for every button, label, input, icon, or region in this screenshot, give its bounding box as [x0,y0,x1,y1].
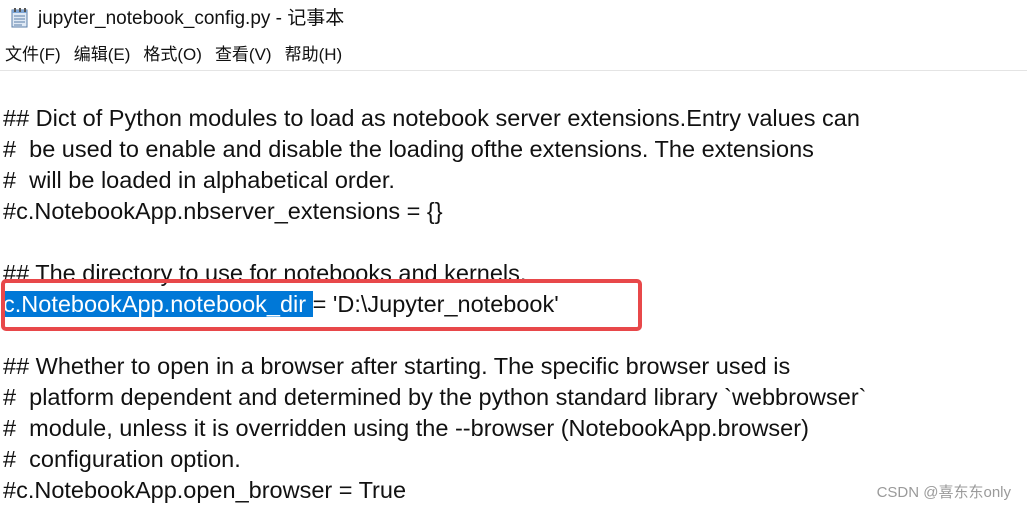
menu-format[interactable]: 格式(O) [137,41,209,69]
csdn-watermark: CSDN @喜东东only [876,484,1011,501]
menu-bar: 文件(F) 编辑(E) 格式(O) 查看(V) 帮助(H) [0,41,1027,69]
selected-text[interactable]: c.NotebookApp.notebook_dir [3,291,313,317]
editor-line: # platform dependent and determined by t… [3,384,867,410]
menu-help[interactable]: 帮助(H) [279,41,350,69]
editor-line: # configuration option. [3,446,241,472]
editor-line: # be used to enable and disable the load… [3,136,814,162]
editor-line: ## Dict of Python modules to load as not… [3,105,860,131]
window-title: jupyter_notebook_config.py - 记事本 [38,8,345,29]
menu-view[interactable]: 查看(V) [209,41,279,69]
notepad-icon [11,8,28,28]
highlighted-line: c.NotebookApp.notebook_dir = 'D:\Jupyter… [3,289,559,319]
editor-line: #c.NotebookApp.nbserver_extensions = {} [3,198,443,224]
editor-line: #c.NotebookApp.open_browser = True [3,477,407,503]
title-bar: jupyter_notebook_config.py - 记事本 [0,0,1027,38]
notepad-window: jupyter_notebook_config.py - 记事本 文件(F) 编… [0,0,1027,510]
menu-edit[interactable]: 编辑(E) [68,41,138,69]
menu-file[interactable]: 文件(F) [0,41,68,69]
editor-line: # module, unless it is overridden using … [3,415,809,441]
editor-line: ## Whether to open in a browser after st… [3,353,791,379]
editor-line: ## The directory to use for notebooks an… [3,260,527,286]
editor-line: # will be loaded in alphabetical order. [3,167,395,193]
text-editor[interactable]: ## Dict of Python modules to load as not… [0,71,1027,510]
line-rest-text: = 'D:\Jupyter_notebook' [312,291,559,317]
